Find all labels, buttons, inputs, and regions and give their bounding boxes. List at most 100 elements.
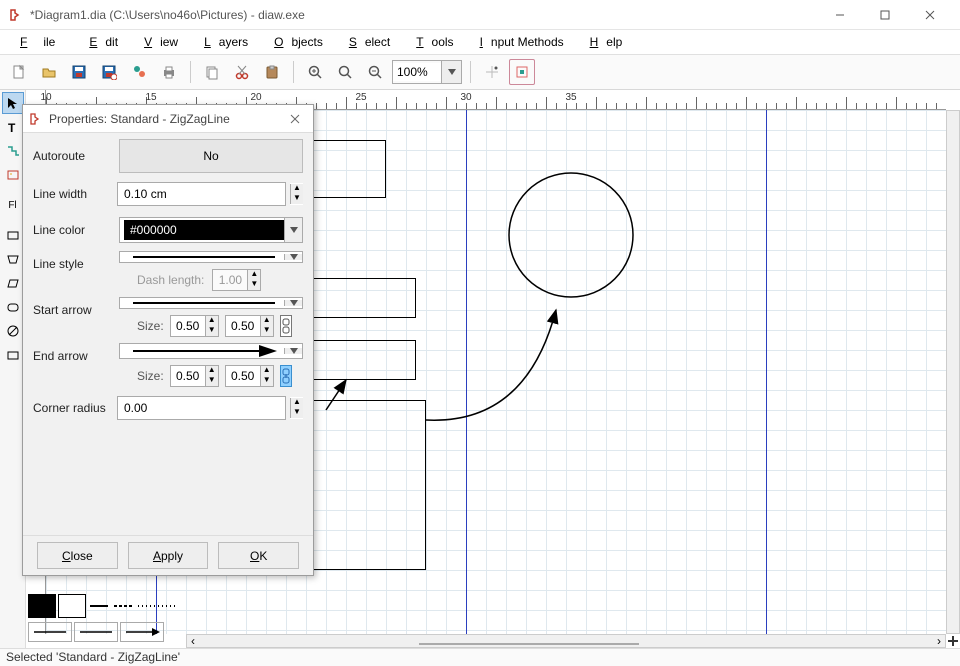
ok-button[interactable]: OK (218, 542, 299, 569)
zoom-dropdown-icon[interactable] (441, 61, 461, 83)
line-preset[interactable] (74, 622, 118, 642)
dialog-body: Autoroute No Line width ▲▼ Line color #0… (23, 133, 313, 535)
ruler-label: 30 (460, 92, 471, 103)
toolbar (0, 54, 960, 90)
app-icon (8, 7, 24, 23)
zoom-in-icon[interactable] (302, 59, 328, 85)
menu-view[interactable]: View (128, 33, 186, 51)
line-color-combo[interactable]: #000000 (119, 217, 303, 243)
vertical-scrollbar[interactable] (946, 110, 960, 634)
end-size-w-spin[interactable]: ▲▼ (170, 365, 219, 387)
zoom-out-icon[interactable] (362, 59, 388, 85)
chevron-down-icon[interactable] (284, 300, 302, 306)
shape-trap[interactable] (2, 248, 24, 270)
shape-para[interactable] (2, 272, 24, 294)
dash-length-label: Dash length: (137, 273, 204, 287)
spin-down-icon[interactable]: ▼ (291, 194, 303, 204)
shape-round[interactable] (2, 296, 24, 318)
zoom-combo[interactable] (392, 60, 462, 84)
new-file-icon[interactable] (6, 59, 32, 85)
shape-circle-slash[interactable] (2, 320, 24, 342)
print-icon[interactable] (156, 59, 182, 85)
save-as-icon[interactable] (96, 59, 122, 85)
line-color-label: Line color (33, 223, 111, 237)
ruler-label: 35 (565, 92, 576, 103)
minimize-button[interactable] (817, 1, 862, 29)
bg-color-swatch[interactable] (58, 594, 86, 618)
shape-box2[interactable] (2, 344, 24, 366)
window-title: *Diagram1.dia (C:\Users\no46o\Pictures) … (30, 8, 817, 22)
add-diagram-icon[interactable] (946, 634, 960, 648)
ruler-label: 10 (40, 92, 51, 103)
menu-file[interactable]: File (4, 33, 71, 51)
save-icon[interactable] (66, 59, 92, 85)
chevron-down-icon[interactable] (284, 348, 302, 354)
linestyle-preview[interactable] (88, 594, 178, 618)
end-arrow-label: End arrow (33, 349, 111, 363)
line-style-label: Line style (33, 257, 111, 271)
pointer-tool[interactable] (2, 92, 24, 114)
text-tool[interactable]: T (2, 116, 24, 138)
image-tool[interactable] (2, 164, 24, 186)
autoroute-toggle[interactable]: No (119, 139, 303, 173)
dialog-footer: Close Apply OK (23, 535, 313, 575)
dialog-titlebar[interactable]: Properties: Standard - ZigZagLine (23, 105, 313, 133)
start-size-w-spin[interactable]: ▲▼ (170, 315, 219, 337)
paste-icon[interactable] (259, 59, 285, 85)
corner-radius-input[interactable] (117, 396, 286, 420)
start-arrow-combo[interactable] (119, 297, 303, 309)
snap-object-icon[interactable] (509, 59, 535, 85)
menu-layers[interactable]: Layers (188, 33, 256, 51)
line-width-label: Line width (33, 187, 109, 201)
dash-length-spin[interactable]: ▲▼ (212, 269, 261, 291)
zoom-fit-icon[interactable] (332, 59, 358, 85)
line-color-value: #000000 (130, 223, 177, 237)
close-window-button[interactable] (907, 1, 952, 29)
guide-line[interactable] (766, 110, 767, 634)
close-button[interactable]: Close (37, 542, 118, 569)
start-arrow-preset[interactable] (28, 622, 72, 642)
status-text: Selected 'Standard - ZigZagLine' (6, 650, 180, 664)
menu-select[interactable]: Select (333, 33, 398, 51)
zoom-input[interactable] (393, 63, 441, 81)
line-width-input[interactable] (117, 182, 286, 206)
end-size-h-spin[interactable]: ▲▼ (225, 365, 274, 387)
start-size-h-spin[interactable]: ▲▼ (225, 315, 274, 337)
end-arrow-preset[interactable] (120, 622, 164, 642)
dialog-title: Properties: Standard - ZigZagLine (49, 112, 277, 126)
apply-button[interactable]: Apply (128, 542, 209, 569)
ruler-label: 20 (250, 92, 261, 103)
link-size-icon[interactable] (280, 365, 292, 387)
copy-icon[interactable] (199, 59, 225, 85)
color-palette (26, 592, 186, 648)
fg-color-swatch[interactable] (28, 594, 56, 618)
autoroute-label: Autoroute (33, 149, 111, 163)
cut-icon[interactable] (229, 59, 255, 85)
menu-objects[interactable]: Objects (258, 33, 331, 51)
open-file-icon[interactable] (36, 59, 62, 85)
shape-box[interactable] (2, 224, 24, 246)
horizontal-scrollbar[interactable]: ‹ › (186, 634, 946, 648)
flowchart-label[interactable]: Fl (2, 194, 24, 216)
canvas-shape-ellipse[interactable] (506, 170, 636, 300)
menu-input-methods[interactable]: Input Methods (464, 33, 572, 51)
chevron-down-icon[interactable] (284, 218, 302, 242)
guide-line[interactable] (466, 110, 467, 634)
app-icon (29, 112, 43, 126)
zigzag-tool[interactable] (2, 140, 24, 162)
spin-down-icon[interactable]: ▼ (291, 408, 303, 418)
snap-grid-icon[interactable] (479, 59, 505, 85)
menu-edit[interactable]: Edit (73, 33, 126, 51)
menu-help[interactable]: Help (574, 33, 631, 51)
chevron-down-icon[interactable] (284, 254, 302, 260)
export-icon[interactable] (126, 59, 152, 85)
link-size-icon[interactable] (280, 315, 292, 337)
maximize-button[interactable] (862, 1, 907, 29)
ruler-label: 15 (145, 92, 156, 103)
menu-tools[interactable]: Tools (400, 33, 461, 51)
dialog-close-icon[interactable] (283, 109, 307, 129)
end-arrow-combo[interactable] (119, 343, 303, 359)
properties-dialog[interactable]: Properties: Standard - ZigZagLine Autoro… (22, 104, 314, 576)
svg-text:T: T (8, 121, 16, 134)
line-style-combo[interactable] (119, 251, 303, 263)
